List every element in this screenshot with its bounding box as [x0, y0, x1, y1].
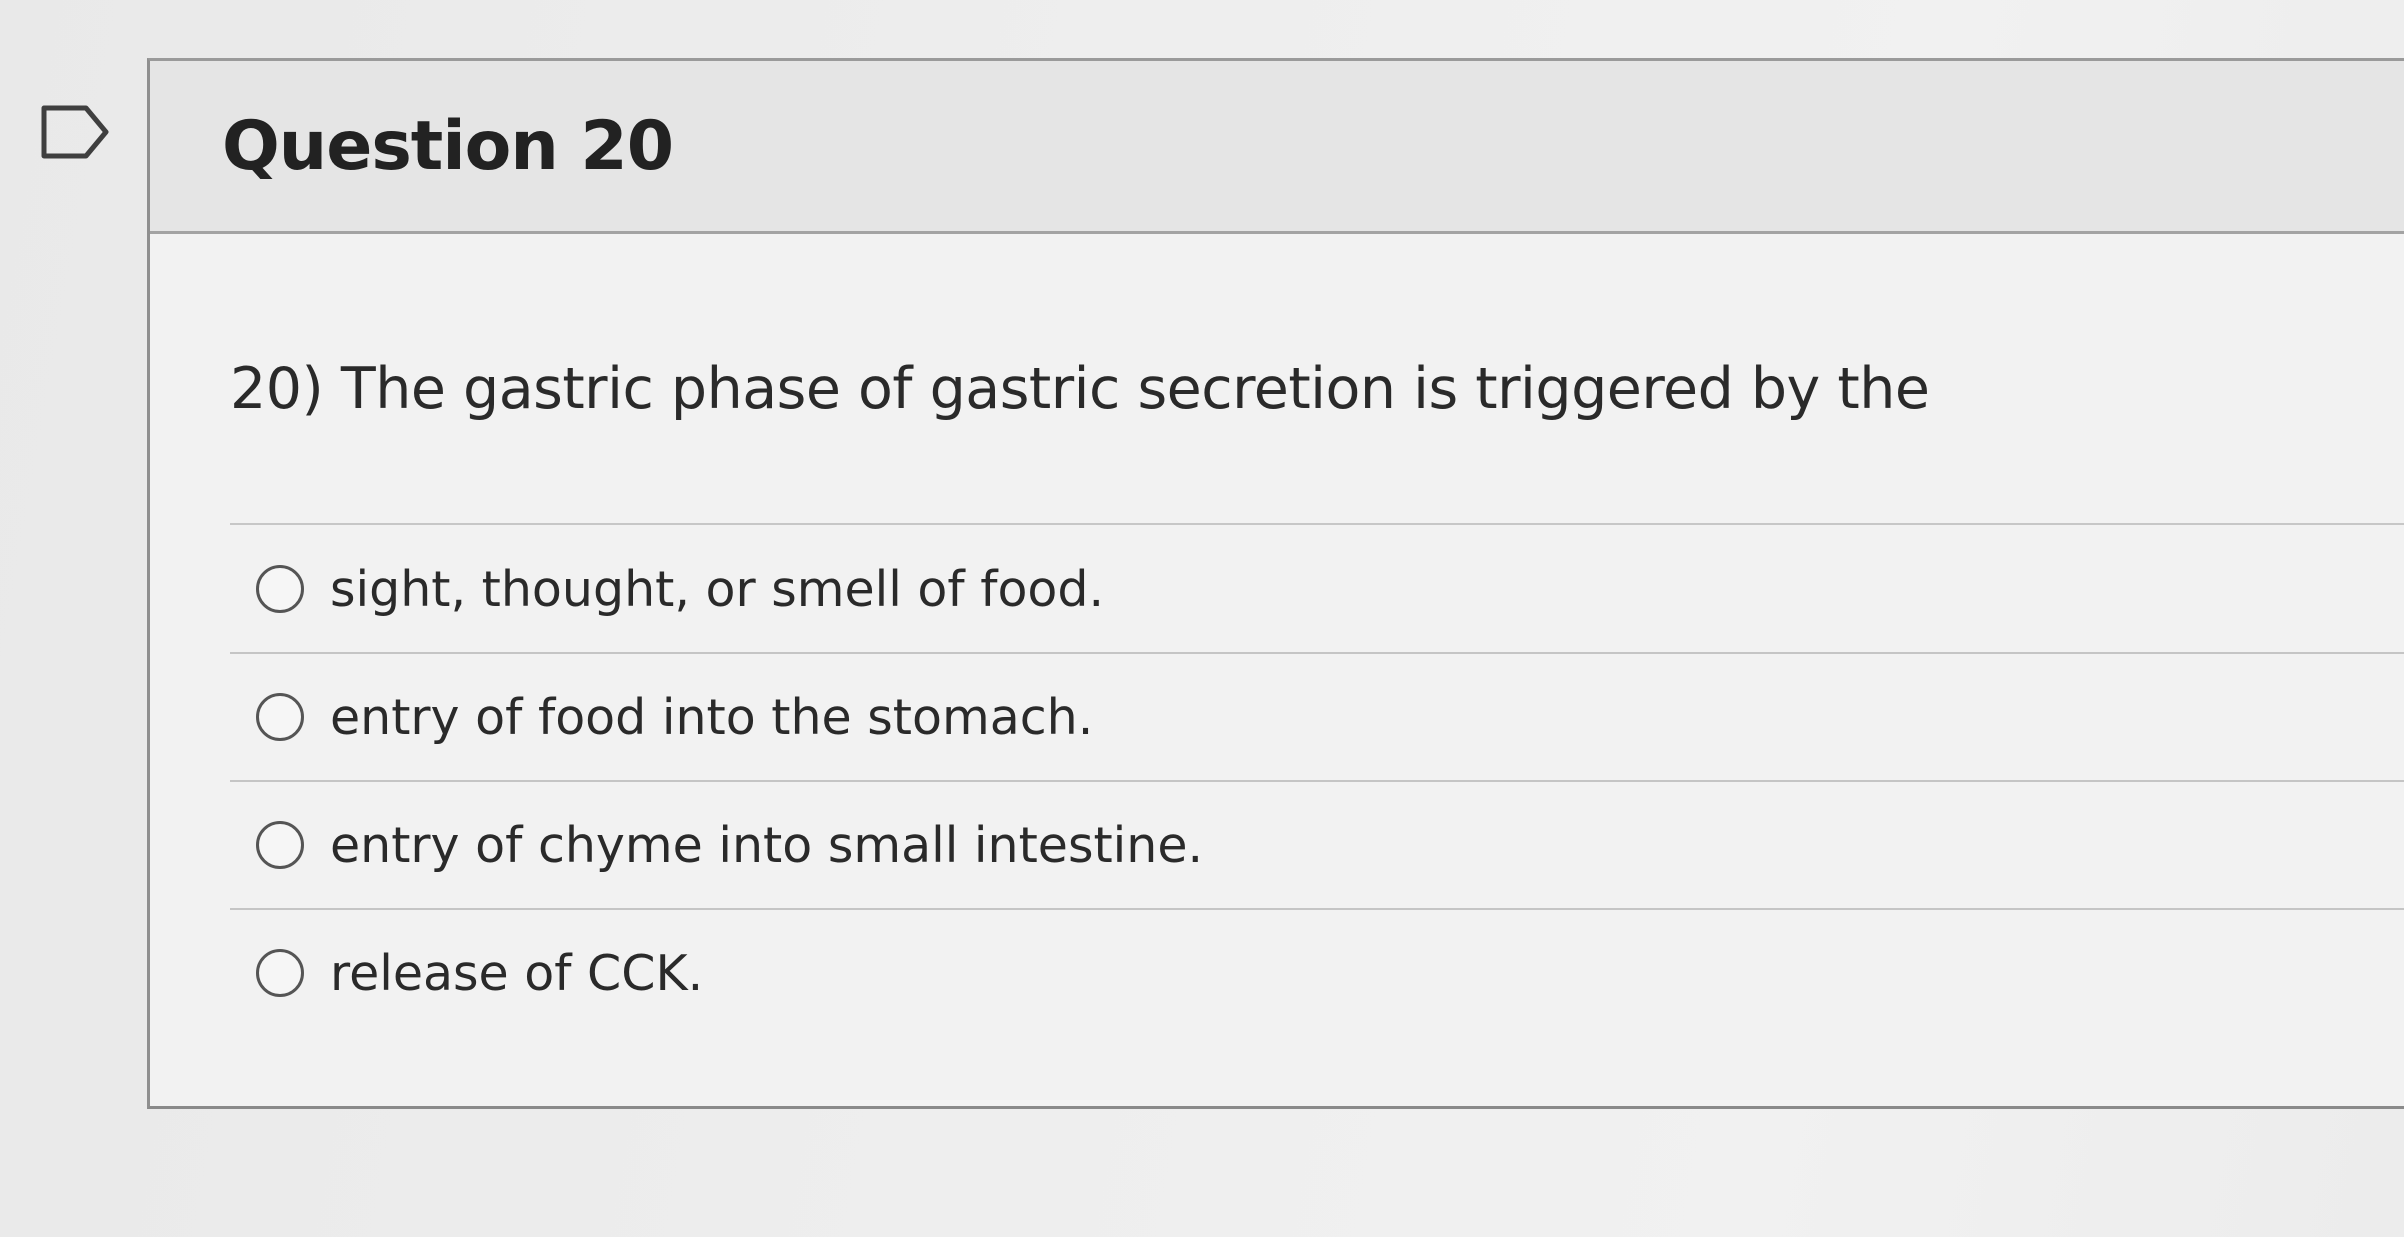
answer-option-1[interactable]: sight, thought, or smell of food. — [230, 526, 2404, 654]
answer-list: sight, thought, or smell of food. entry … — [230, 526, 2404, 1036]
flag-question-icon[interactable] — [40, 104, 112, 160]
question-title: Question 20 — [222, 106, 674, 186]
question-text: 20) The gastric phase of gastric secreti… — [230, 356, 1930, 422]
answer-option-3[interactable]: entry of chyme into small intestine. — [230, 782, 2404, 910]
answer-label: entry of chyme into small intestine. — [330, 816, 1204, 874]
radio-button-icon[interactable] — [256, 565, 304, 613]
answer-label: release of CCK. — [330, 944, 704, 1002]
answer-label: entry of food into the stomach. — [330, 688, 1094, 746]
quiz-page: Question 20 20) The gastric phase of gas… — [0, 0, 2404, 1237]
radio-button-icon[interactable] — [256, 821, 304, 869]
question-header: Question 20 — [150, 61, 2404, 234]
answer-option-2[interactable]: entry of food into the stomach. — [230, 654, 2404, 782]
divider — [230, 523, 2404, 525]
answer-option-4[interactable]: release of CCK. — [230, 910, 2404, 1036]
question-card: Question 20 20) The gastric phase of gas… — [147, 58, 2404, 1109]
radio-button-icon[interactable] — [256, 693, 304, 741]
radio-button-icon[interactable] — [256, 949, 304, 997]
answer-label: sight, thought, or smell of food. — [330, 560, 1105, 618]
